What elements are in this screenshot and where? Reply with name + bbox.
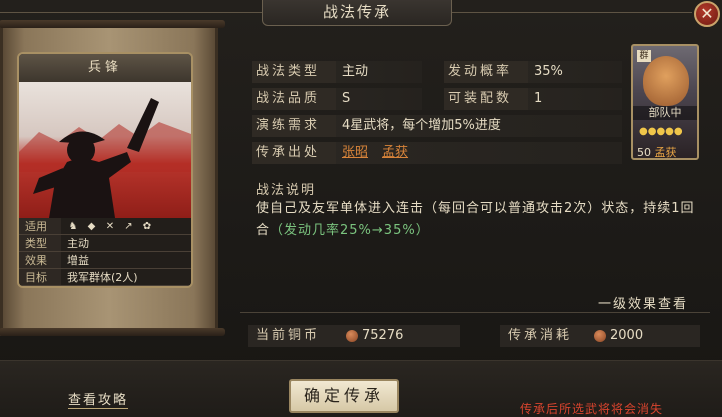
level-value: 50 [637, 146, 651, 159]
troop-type-icons: ♞ ◆ ✕ ↗ ✿ [61, 218, 191, 234]
info-row-type: 类型 主动 [19, 235, 191, 252]
field-label: 战法品质 [252, 88, 336, 110]
current-copper-box: 当前铜币 75276 [248, 325, 460, 347]
field-value: 35% [534, 64, 563, 79]
title-rule-right [452, 12, 692, 13]
effect-view-link[interactable]: 一级效果查看 [598, 293, 689, 313]
info-key: 类型 [19, 235, 61, 251]
info-row-effect: 效果 增益 [19, 252, 191, 269]
field-label: 可装配数 [444, 88, 528, 110]
spear-icon: ↗ [124, 221, 133, 232]
title-rule-left [0, 12, 262, 13]
skill-scroll: 兵锋 适用 ♞ ◆ ✕ ↗ ✿ 类型 主动 效果 增益 目标 我军群体(2人) [0, 20, 225, 336]
siege-icon: ✿ [142, 221, 152, 232]
info-value: 我军群体(2人) [61, 269, 191, 285]
field-trigger-rate: 发动概率 35% [444, 61, 622, 83]
currency-value: 2000 [610, 328, 644, 343]
skill-illustration [19, 82, 191, 218]
description-heading: 战法说明 [256, 183, 317, 198]
currency-label: 当前铜币 [256, 328, 321, 343]
scroll-rod-top [0, 20, 225, 28]
source-general-link[interactable]: 张昭 [342, 145, 368, 160]
field-label: 演练需求 [252, 115, 336, 137]
source-generals: 张昭 孟获 [342, 142, 422, 164]
currency-value: 75276 [362, 328, 404, 343]
currency-label: 传承消耗 [508, 328, 573, 343]
field-requirement: 演练需求 4星武将，每个增加5%进度 [252, 115, 622, 137]
upgrade-text: （发动几率25%→35%） [270, 223, 430, 238]
info-value: 主动 [61, 235, 191, 251]
field-source: 传承出处 张昭 孟获 [252, 142, 622, 164]
general-face [643, 56, 689, 106]
field-value: 主动 [342, 64, 369, 79]
close-icon: ✕ [700, 4, 714, 23]
field-skill-type: 战法类型 主动 [252, 61, 422, 83]
field-label: 传承出处 [252, 142, 336, 164]
warrior-silhouette-icon [19, 98, 191, 218]
window-title: 战法传承 [262, 0, 452, 26]
copper-coin-icon [346, 330, 358, 342]
star-rating: ●●●●● [639, 126, 683, 137]
field-equip-count: 可装配数 1 [444, 88, 622, 110]
info-row-troops: 适用 ♞ ◆ ✕ ↗ ✿ [19, 218, 191, 235]
warning-text: 传承后所选武将将会消失 [520, 402, 664, 416]
info-value: 增益 [61, 252, 191, 268]
skill-card[interactable]: 兵锋 适用 ♞ ◆ ✕ ↗ ✿ 类型 主动 效果 增益 目标 我军群体(2人) [17, 52, 193, 288]
field-label: 发动概率 [444, 61, 528, 83]
troop-status: 部队中 [633, 106, 697, 120]
field-value: S [342, 91, 351, 106]
info-key: 目标 [19, 269, 61, 285]
general-name: 孟获 [654, 146, 677, 159]
copper-coin-icon [594, 330, 606, 342]
view-guide-link[interactable]: 查看攻略 [68, 389, 129, 409]
general-portrait[interactable]: 群 部队中 ●●●●● 50 孟获 [631, 44, 699, 160]
shield-icon: ◆ [87, 221, 96, 232]
field-value: 1 [534, 91, 543, 106]
divider [240, 312, 710, 313]
field-value: 4星武将，每个增加5%进度 [342, 118, 501, 133]
info-key: 适用 [19, 218, 61, 234]
archer-icon: ✕ [105, 221, 115, 232]
close-button[interactable]: ✕ [694, 1, 720, 27]
confirm-inherit-button[interactable]: 确定传承 [289, 379, 399, 413]
skill-description: 使自己及友军单体进入连击（每回合可以普通攻击2次）状态，持续1回合（发动几率25… [256, 198, 696, 242]
cavalry-icon: ♞ [68, 221, 78, 232]
field-skill-quality: 战法品质 S [252, 88, 422, 110]
skill-name: 兵锋 [19, 54, 191, 82]
inherit-cost-box: 传承消耗 2000 [500, 325, 700, 347]
general-level: 50 孟获 [637, 144, 677, 159]
source-general-link[interactable]: 孟获 [382, 145, 408, 160]
skill-info-table: 适用 ♞ ◆ ✕ ↗ ✿ 类型 主动 效果 增益 目标 我军群体(2人) [19, 218, 191, 286]
scroll-rod-bottom [0, 328, 225, 336]
field-label: 战法类型 [252, 61, 336, 83]
info-key: 效果 [19, 252, 61, 268]
faction-badge: 群 [637, 50, 651, 62]
info-row-target: 目标 我军群体(2人) [19, 269, 191, 286]
